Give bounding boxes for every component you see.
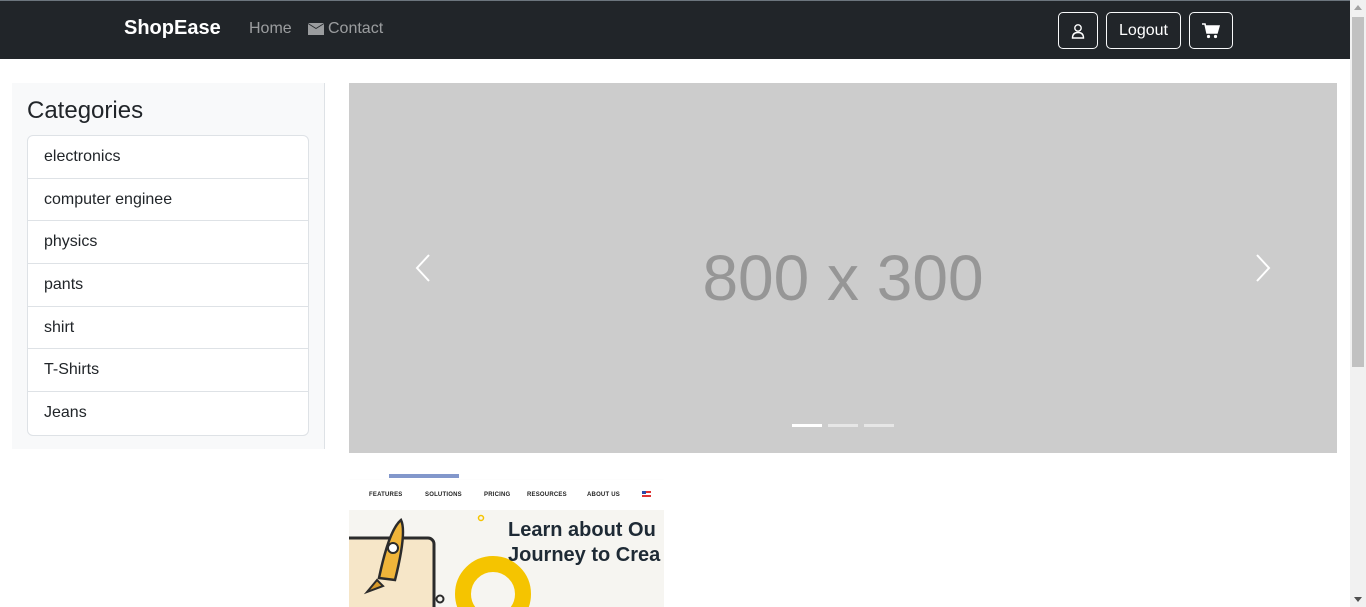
chevron-right-icon: [1256, 254, 1271, 282]
category-item[interactable]: Jeans: [28, 392, 308, 435]
logout-button[interactable]: Logout: [1106, 12, 1181, 49]
thumbnail-nav-bar: FEATURES SOLUTIONS PRICING RESOURCES ABO…: [349, 480, 664, 510]
hero-carousel: 800 x 300: [349, 83, 1337, 453]
category-item[interactable]: computer enginee: [28, 179, 308, 222]
nav-link-contact[interactable]: Contact: [308, 20, 383, 38]
user-icon: [1071, 23, 1085, 39]
product-image-thumbnail[interactable]: FEATURES SOLUTIONS PRICING RESOURCES ABO…: [349, 472, 664, 607]
flag-icon: [642, 491, 651, 497]
category-item[interactable]: pants: [28, 264, 308, 307]
carousel-indicator[interactable]: [828, 424, 858, 427]
scroll-up-arrow[interactable]: [1354, 5, 1362, 10]
thumbnail-heading-line2: Journey to Crea: [508, 544, 661, 566]
cart-button[interactable]: [1189, 12, 1233, 49]
page-scrollbar[interactable]: [1350, 0, 1366, 607]
user-account-button[interactable]: [1058, 12, 1098, 49]
thumbnail-heading: Learn about Ou Journey to Crea: [508, 518, 660, 568]
category-item[interactable]: shirt: [28, 307, 308, 350]
nav-link-contact-label: Contact: [328, 20, 384, 37]
scrollbar-thumb[interactable]: [1352, 17, 1364, 367]
chevron-left-icon: [415, 254, 430, 282]
thumbnail-nav-item: SOLUTIONS: [425, 492, 462, 498]
categories-title: Categories: [27, 97, 144, 124]
thumbnail-heading-line1: Learn about Ou: [508, 519, 656, 541]
category-item[interactable]: physics: [28, 221, 308, 265]
carousel-next-button[interactable]: [1243, 233, 1283, 303]
scroll-down-arrow[interactable]: [1354, 597, 1362, 602]
thumbnail-nav-item: PRICING: [484, 492, 511, 498]
brand-logo[interactable]: ShopEase: [124, 17, 221, 40]
carousel-indicator[interactable]: [792, 424, 822, 427]
category-list: electronics computer enginee physics pan…: [27, 135, 309, 436]
carousel-indicators: [792, 424, 894, 427]
nav-link-home[interactable]: Home: [249, 20, 292, 38]
categories-sidebar: Categories electronics computer enginee …: [12, 83, 325, 449]
rocket-illustration: [349, 518, 445, 607]
carousel-prev-button[interactable]: [403, 233, 443, 303]
category-item[interactable]: T-Shirts: [28, 349, 308, 393]
cart-icon: [1202, 22, 1220, 38]
carousel-indicator[interactable]: [864, 424, 894, 427]
thumbnail-nav-item: ABOUT US: [587, 492, 620, 498]
envelope-icon: [308, 23, 324, 35]
category-item[interactable]: electronics: [28, 136, 308, 179]
carousel-placeholder-text: 800 x 300: [702, 242, 984, 314]
thumbnail-nav-item: FEATURES: [369, 492, 403, 498]
thumbnail-nav-item: RESOURCES: [527, 492, 567, 498]
small-dot-decoration: [477, 514, 485, 522]
top-navbar: ShopEase Home Contact Logout: [0, 0, 1350, 59]
thumbnail-top-accent: [389, 474, 459, 478]
